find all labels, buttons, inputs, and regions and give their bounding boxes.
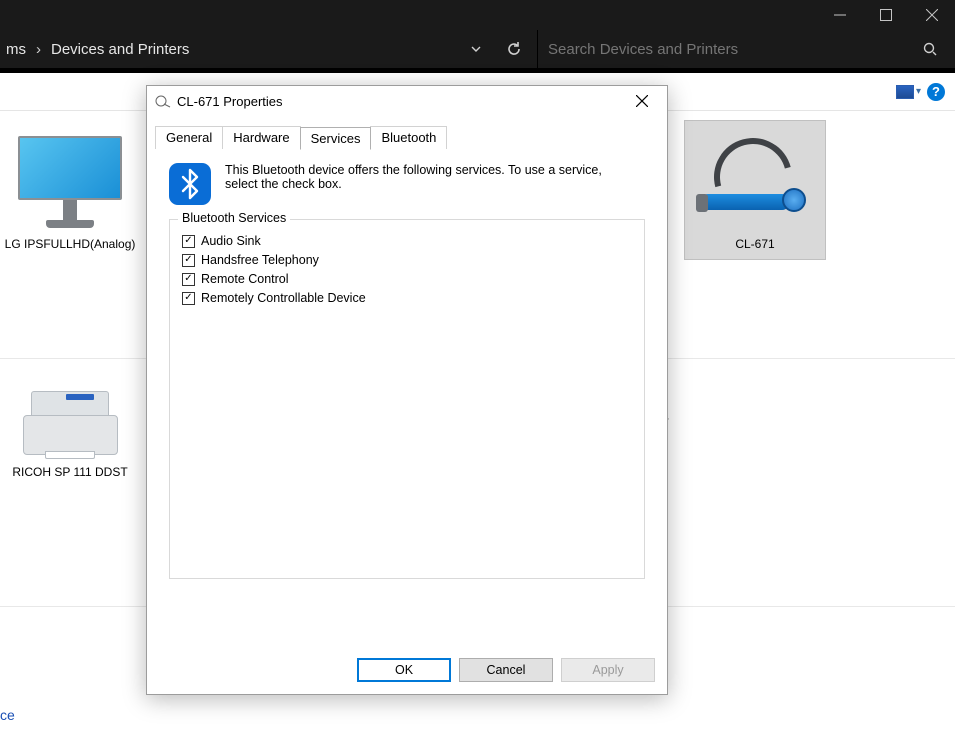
refresh-button[interactable] [499, 34, 529, 64]
search-input[interactable] [538, 30, 913, 68]
status-text: ce [0, 707, 15, 723]
dialog-close-button[interactable] [625, 89, 659, 113]
service-checkbox-row[interactable]: Audio Sink [182, 234, 632, 248]
service-label: Audio Sink [201, 234, 261, 248]
tab-services[interactable]: Services [300, 127, 372, 150]
device-printer[interactable]: RICOH SP 111 DDST [0, 369, 140, 487]
breadcrumb-segment[interactable]: ms [6, 41, 26, 58]
service-checkbox-row[interactable]: Remote Control [182, 272, 632, 286]
tab-hardware[interactable]: Hardware [222, 126, 300, 149]
service-checkbox-row[interactable]: Remotely Controllable Device [182, 291, 632, 305]
ok-button[interactable]: OK [357, 658, 451, 682]
apply-button: Apply [561, 658, 655, 682]
help-button[interactable]: ? [927, 83, 945, 101]
dialog-description: This Bluetooth device offers the followi… [225, 163, 625, 191]
service-label: Remote Control [201, 272, 289, 286]
maximize-button[interactable] [863, 0, 909, 30]
checkbox-icon[interactable] [182, 254, 195, 267]
view-icon [896, 85, 914, 99]
device-label: CL-671 [689, 237, 821, 253]
checkbox-icon[interactable] [182, 235, 195, 248]
chevron-down-icon: ▾ [916, 86, 921, 97]
chevron-right-icon: › [36, 41, 41, 58]
tab-panel-services: This Bluetooth device offers the followi… [155, 149, 659, 629]
device-monitor[interactable]: LG IPSFULLHD(Analog) [0, 121, 140, 259]
dialog-button-row: OK Cancel Apply [357, 658, 655, 682]
bluetooth-icon [169, 163, 211, 205]
services-fieldset: Bluetooth Services Audio Sink Handsfree … [169, 219, 645, 579]
service-label: Handsfree Telephony [201, 253, 319, 267]
search-icon[interactable] [913, 41, 947, 57]
headset-icon [700, 132, 810, 232]
checkbox-icon[interactable] [182, 273, 195, 286]
help-glyph: ? [932, 84, 940, 99]
address-bar: ms › Devices and Printers [0, 30, 955, 68]
monitor-icon [18, 136, 122, 228]
device-label: RICOH SP 111 DDST [4, 465, 136, 481]
view-button[interactable]: ▾ [896, 85, 921, 99]
tab-general[interactable]: General [155, 126, 223, 149]
breadcrumb[interactable]: ms › Devices and Printers [0, 41, 189, 58]
device-label: LG IPSFULLHD(Analog) [4, 237, 136, 253]
service-label: Remotely Controllable Device [201, 291, 366, 305]
service-checkbox-row[interactable]: Handsfree Telephony [182, 253, 632, 267]
cancel-button[interactable]: Cancel [459, 658, 553, 682]
address-dropdown-button[interactable] [461, 34, 491, 64]
device-headset[interactable]: CL-671 [685, 121, 825, 259]
minimize-button[interactable] [817, 0, 863, 30]
breadcrumb-segment[interactable]: Devices and Printers [51, 41, 189, 58]
device-icon [155, 94, 171, 108]
window-titlebar [0, 0, 955, 30]
dialog-titlebar[interactable]: CL-671 Properties [147, 86, 667, 116]
printer-icon [23, 385, 118, 455]
properties-dialog: CL-671 Properties General Hardware Servi… [146, 85, 668, 695]
tab-bluetooth[interactable]: Bluetooth [370, 126, 447, 149]
tab-strip: General Hardware Services Bluetooth [147, 126, 667, 149]
checkbox-icon[interactable] [182, 292, 195, 305]
search-box [537, 30, 947, 68]
close-button[interactable] [909, 0, 955, 30]
dialog-title: CL-671 Properties [177, 94, 283, 109]
fieldset-legend: Bluetooth Services [178, 211, 290, 225]
